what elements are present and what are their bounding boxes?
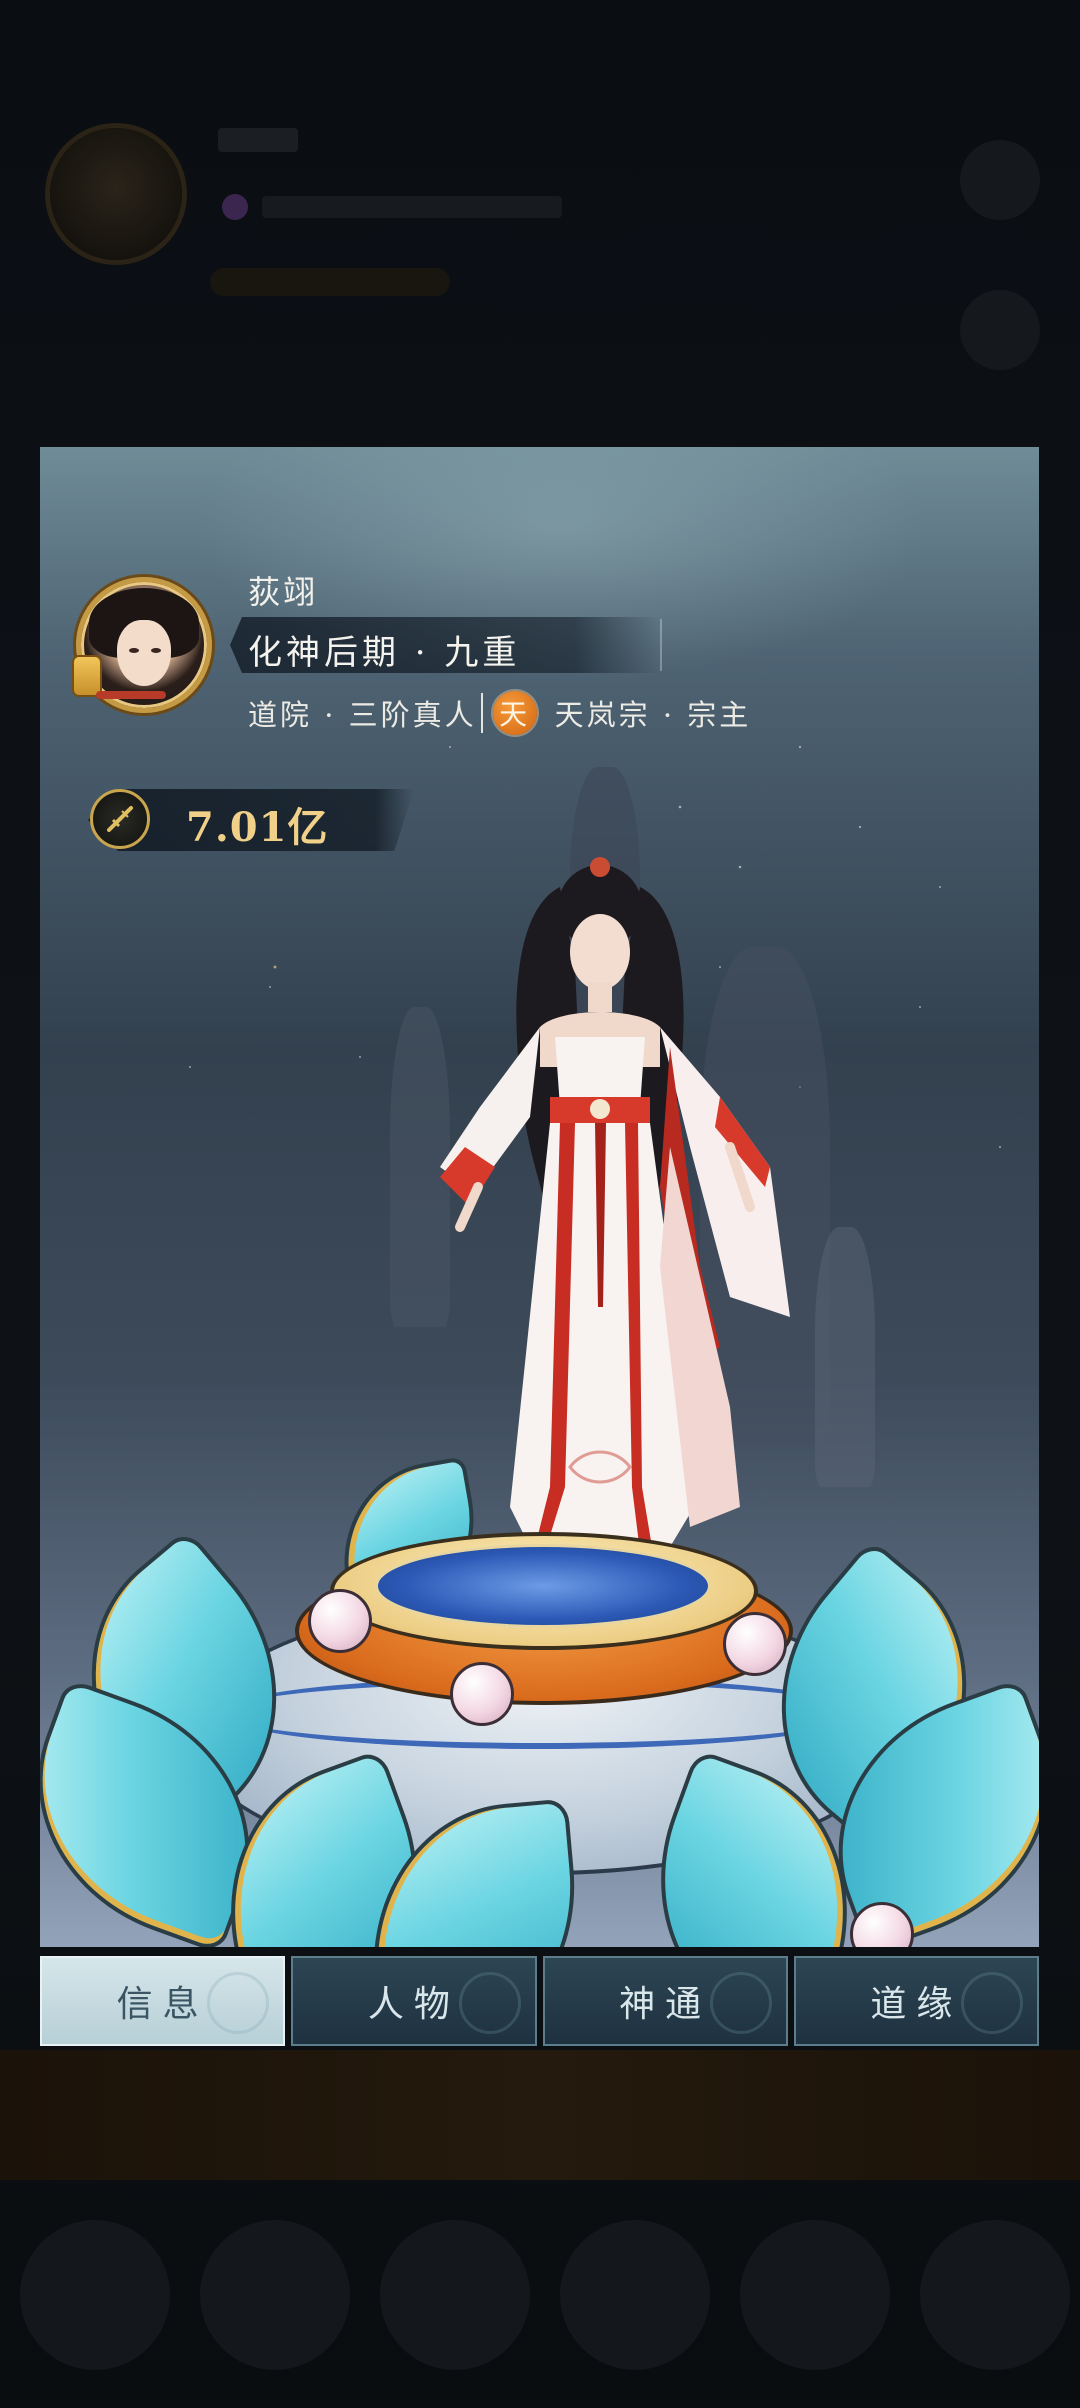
tab-abilities[interactable]: 神通 <box>542 1956 788 2046</box>
affiliation-line: 道院 · 三阶真人 天 天岚宗 · 宗主 <box>248 691 751 735</box>
tab-label: 道缘 <box>870 1984 963 2025</box>
background-slot <box>20 2220 170 2370</box>
sect-badge-icon: 天 <box>492 691 537 735</box>
background-button <box>960 140 1040 220</box>
character-detail-panel: 荻翊 化神后期 · 九重 道院 · 三阶真人 天 天岚宗 · 宗主 7.01亿 <box>40 447 1039 1947</box>
screen: 荻翊 化神后期 · 九重 道院 · 三阶真人 天 天岚宗 · 宗主 7.01亿 <box>0 0 1080 2408</box>
background-slot <box>380 2220 530 2370</box>
tab-info[interactable]: 信息 <box>40 1956 286 2046</box>
divider <box>660 619 662 671</box>
background-slot <box>740 2220 890 2370</box>
pearl-ornament <box>450 1662 514 1726</box>
tab-destiny[interactable]: 道缘 <box>793 1956 1039 2046</box>
tab-label: 信息 <box>116 1984 209 2025</box>
background-text-line <box>262 196 562 218</box>
background-name-placeholder <box>218 128 298 152</box>
pedestal-blue-disc <box>375 1544 711 1628</box>
cultivation-realm: 化神后期 · 九重 <box>248 633 521 673</box>
avatar-ribbon <box>96 691 166 699</box>
divider <box>480 693 483 733</box>
background-power-line <box>210 268 450 296</box>
combat-power-value: 7.01亿 <box>186 804 329 851</box>
tab-character[interactable]: 人物 <box>291 1956 537 2046</box>
player-name: 荻翊 <box>248 573 319 611</box>
background-slot <box>200 2220 350 2370</box>
background-badge-icon <box>222 194 248 220</box>
background-button <box>960 290 1040 370</box>
pearl-ornament <box>308 1589 372 1653</box>
detail-tab-bar: 信息 人物 神通 道缘 <box>40 1956 1039 2046</box>
sword-emblem-icon <box>90 789 150 849</box>
background-slot <box>560 2220 710 2370</box>
tab-label: 人物 <box>367 1984 460 2025</box>
background-card-strip <box>0 2050 1080 2180</box>
sect-role: 天岚宗 · 宗主 <box>554 698 752 732</box>
academy-rank: 道院 · 三阶真人 <box>248 698 477 732</box>
background-avatar <box>50 128 182 260</box>
scroll-tag-icon <box>74 657 100 695</box>
background-slot <box>920 2220 1070 2370</box>
pearl-ornament <box>723 1612 787 1676</box>
tab-label: 神通 <box>619 1984 712 2025</box>
